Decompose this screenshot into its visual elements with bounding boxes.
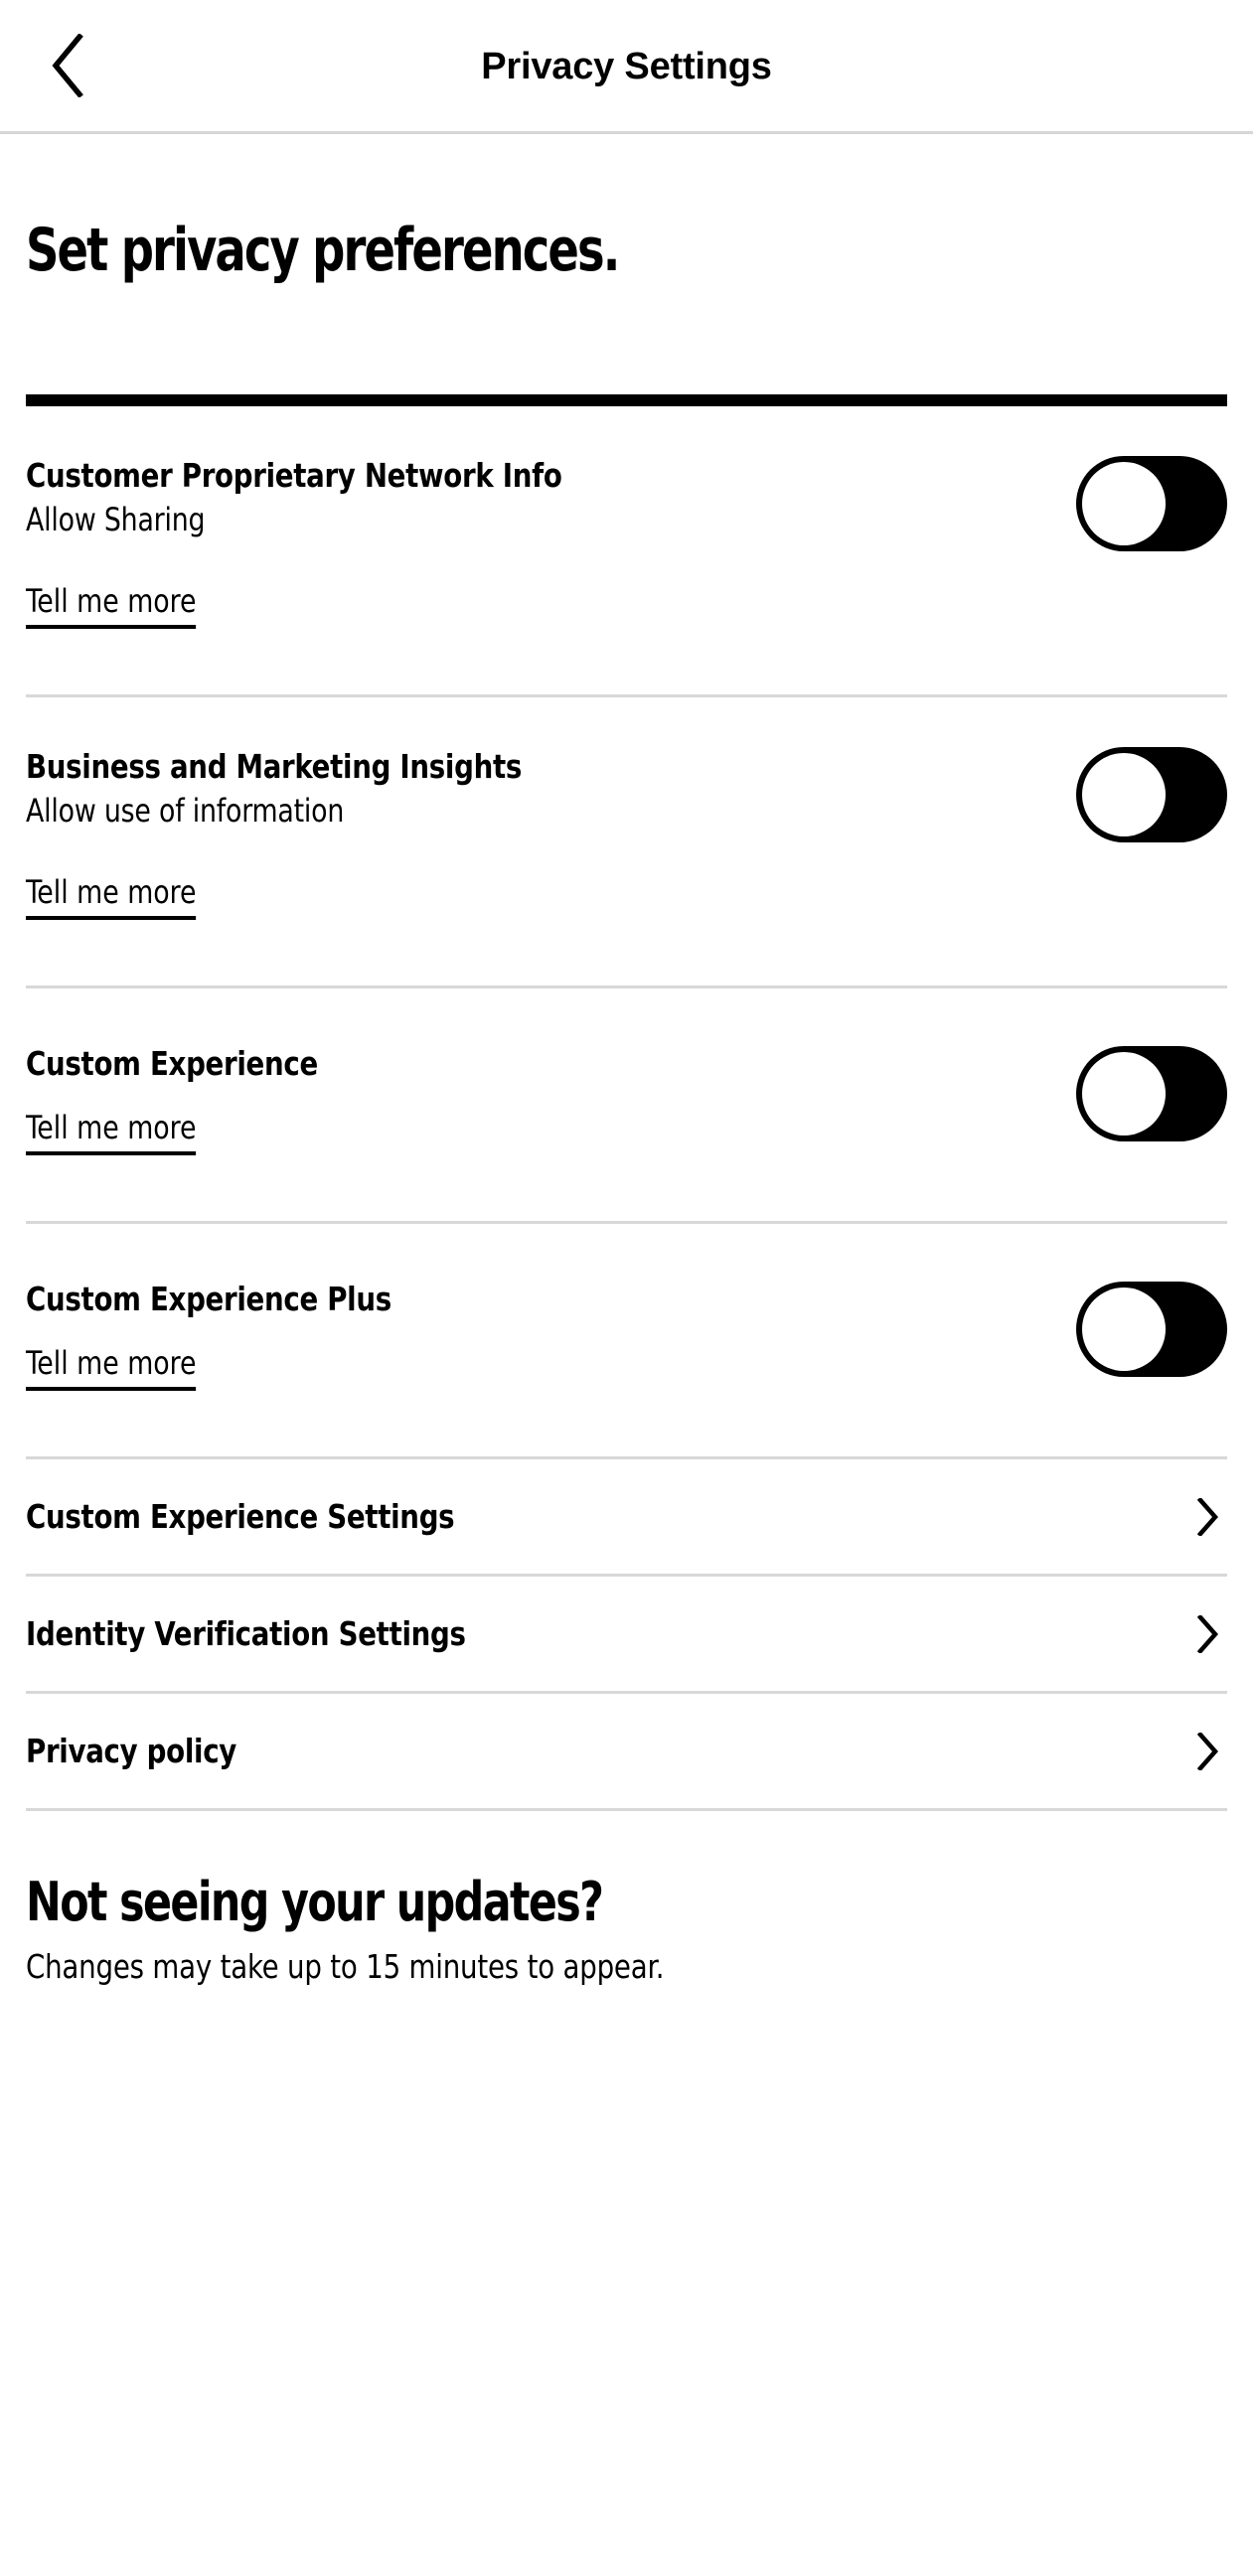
nav-row-label: Privacy policy	[26, 1731, 237, 1770]
toggle-knob	[1082, 462, 1166, 545]
chevron-right-icon	[1197, 1614, 1219, 1653]
toggle-slot	[1056, 454, 1227, 551]
footer-section: Not seeing your updates? Changes may tak…	[26, 1811, 1227, 1988]
tell-me-more-link[interactable]: Tell me more	[26, 583, 197, 629]
setting-row-text: Custom Experience Tell me more	[26, 1044, 1056, 1155]
nav-row-custom-experience-settings[interactable]: Custom Experience Settings	[26, 1459, 1227, 1574]
nav-row-label: Identity Verification Settings	[26, 1613, 466, 1653]
setting-title: Custom Experience	[26, 1044, 318, 1083]
toggle-slot	[1056, 1044, 1227, 1141]
section-rule	[26, 394, 1227, 406]
setting-row-custom-experience-plus: Custom Experience Plus Tell me more	[26, 1224, 1227, 1456]
footer-subtitle: Changes may take up to 15 minutes to app…	[26, 1947, 665, 1986]
toggle-switch-custom-experience-plus[interactable]	[1076, 1282, 1227, 1377]
footer-heading: Not seeing your updates?	[26, 1871, 604, 1933]
setting-subtitle: Allow Sharing	[26, 501, 206, 538]
setting-subtitle: Allow use of information	[26, 792, 345, 830]
setting-title: Customer Proprietary Network Info	[26, 456, 562, 495]
setting-row-custom-experience: Custom Experience Tell me more	[26, 988, 1227, 1221]
toggle-knob	[1082, 1052, 1166, 1136]
setting-row-text: Business and Marketing Insights Allow us…	[26, 747, 1056, 920]
page-content: Set privacy preferences. Customer Propri…	[0, 134, 1253, 1988]
tell-me-more-wrap: Tell me more	[26, 583, 1056, 629]
toggle-slot	[1056, 745, 1227, 842]
page-title: Privacy Settings	[481, 46, 772, 87]
tell-me-more-link[interactable]: Tell me more	[26, 1345, 197, 1391]
toggle-switch-custom-experience[interactable]	[1076, 1046, 1227, 1141]
setting-title: Custom Experience Plus	[26, 1280, 392, 1318]
top-navigation-bar: Privacy Settings	[0, 0, 1253, 134]
tell-me-more-link[interactable]: Tell me more	[26, 874, 197, 920]
toggle-knob	[1082, 753, 1166, 836]
toggle-switch-cpni[interactable]	[1076, 456, 1227, 551]
nav-row-label: Custom Experience Settings	[26, 1496, 455, 1536]
setting-row-text: Custom Experience Plus Tell me more	[26, 1280, 1056, 1391]
setting-row-cpni: Customer Proprietary Network Info Allow …	[26, 406, 1227, 694]
nav-row-privacy-policy[interactable]: Privacy policy	[26, 1694, 1227, 1808]
setting-row-business-marketing-insights: Business and Marketing Insights Allow us…	[26, 697, 1227, 985]
tell-me-more-link[interactable]: Tell me more	[26, 1110, 197, 1155]
setting-row-text: Customer Proprietary Network Info Allow …	[26, 456, 1056, 629]
tell-me-more-wrap: Tell me more	[26, 1345, 1056, 1391]
toggle-switch-business-marketing-insights[interactable]	[1076, 747, 1227, 842]
toggle-slot	[1056, 1280, 1227, 1377]
nav-row-identity-verification-settings[interactable]: Identity Verification Settings	[26, 1577, 1227, 1691]
chevron-right-icon	[1197, 1732, 1219, 1770]
toggle-knob	[1082, 1288, 1166, 1371]
tell-me-more-wrap: Tell me more	[26, 874, 1056, 920]
chevron-right-icon	[1197, 1497, 1219, 1536]
page-heading: Set privacy preferences.	[26, 216, 620, 285]
tell-me-more-wrap: Tell me more	[26, 1110, 1056, 1155]
setting-title: Business and Marketing Insights	[26, 747, 523, 786]
